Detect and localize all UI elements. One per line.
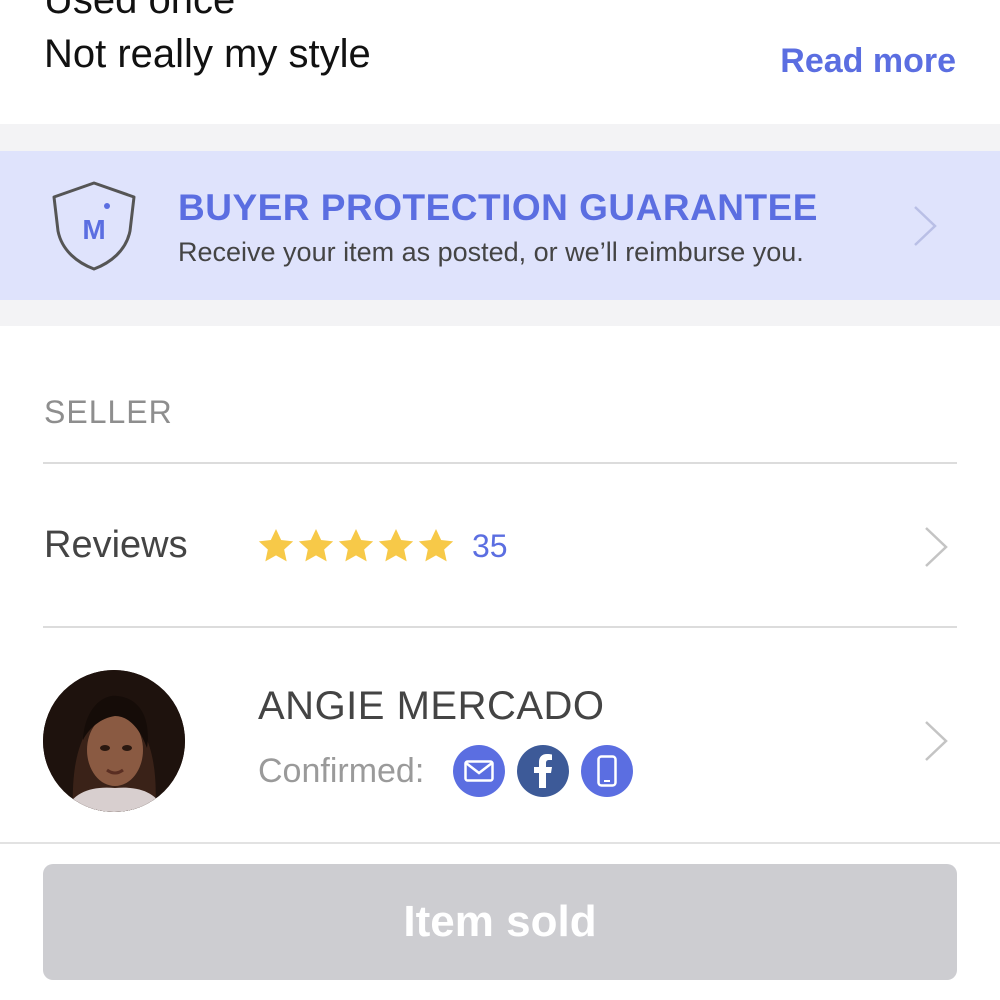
facebook-icon — [517, 745, 569, 797]
confirmation-badges — [453, 745, 633, 797]
item-sold-button[interactable]: Item sold — [43, 864, 957, 980]
section-divider — [0, 124, 1000, 151]
seller-name: ANGIE MERCADO — [258, 684, 605, 728]
avatar-image — [43, 670, 185, 812]
star-icon — [378, 529, 414, 562]
shield-letter: M — [82, 214, 105, 245]
avatar[interactable] — [43, 670, 185, 812]
item-sold-label: Item sold — [403, 897, 597, 946]
guarantee-title: BUYER PROTECTION GUARANTEE — [178, 187, 818, 228]
seller-profile-row[interactable]: ANGIE MERCADO Confirmed: — [0, 628, 1000, 842]
buyer-protection-banner[interactable]: M BUYER PROTECTION GUARANTEE Receive you… — [0, 151, 1000, 300]
chevron-right-icon — [925, 527, 948, 567]
read-more-link[interactable]: Read more — [780, 42, 956, 81]
reviews-label: Reviews — [44, 524, 188, 566]
star-icon — [258, 529, 294, 562]
seller-section: SELLER Reviews 35 ANGIE MERCADO Confirme… — [0, 326, 1000, 842]
review-count: 35 — [472, 528, 508, 564]
rating-stars — [256, 526, 456, 568]
item-description-section: Used once Not really my style Read more — [0, 0, 1000, 124]
bottom-action-bar: Item sold — [0, 842, 1000, 1000]
item-description: Not really my style — [44, 32, 371, 76]
guarantee-subtitle: Receive your item as posted, or we’ll re… — [178, 237, 804, 267]
phone-icon — [581, 745, 633, 797]
star-icon — [338, 529, 374, 562]
reviews-row[interactable]: Reviews 35 — [0, 464, 1000, 628]
chevron-right-icon — [925, 721, 948, 761]
email-icon — [453, 745, 505, 797]
confirmed-label: Confirmed: — [258, 752, 425, 790]
shield-icon: M — [52, 181, 136, 271]
seller-heading: SELLER — [44, 394, 173, 430]
description-line-partial: Used once — [44, 0, 236, 22]
star-icon — [298, 529, 334, 562]
chevron-right-icon — [914, 206, 937, 246]
section-divider — [0, 300, 1000, 326]
star-icon — [418, 529, 454, 562]
